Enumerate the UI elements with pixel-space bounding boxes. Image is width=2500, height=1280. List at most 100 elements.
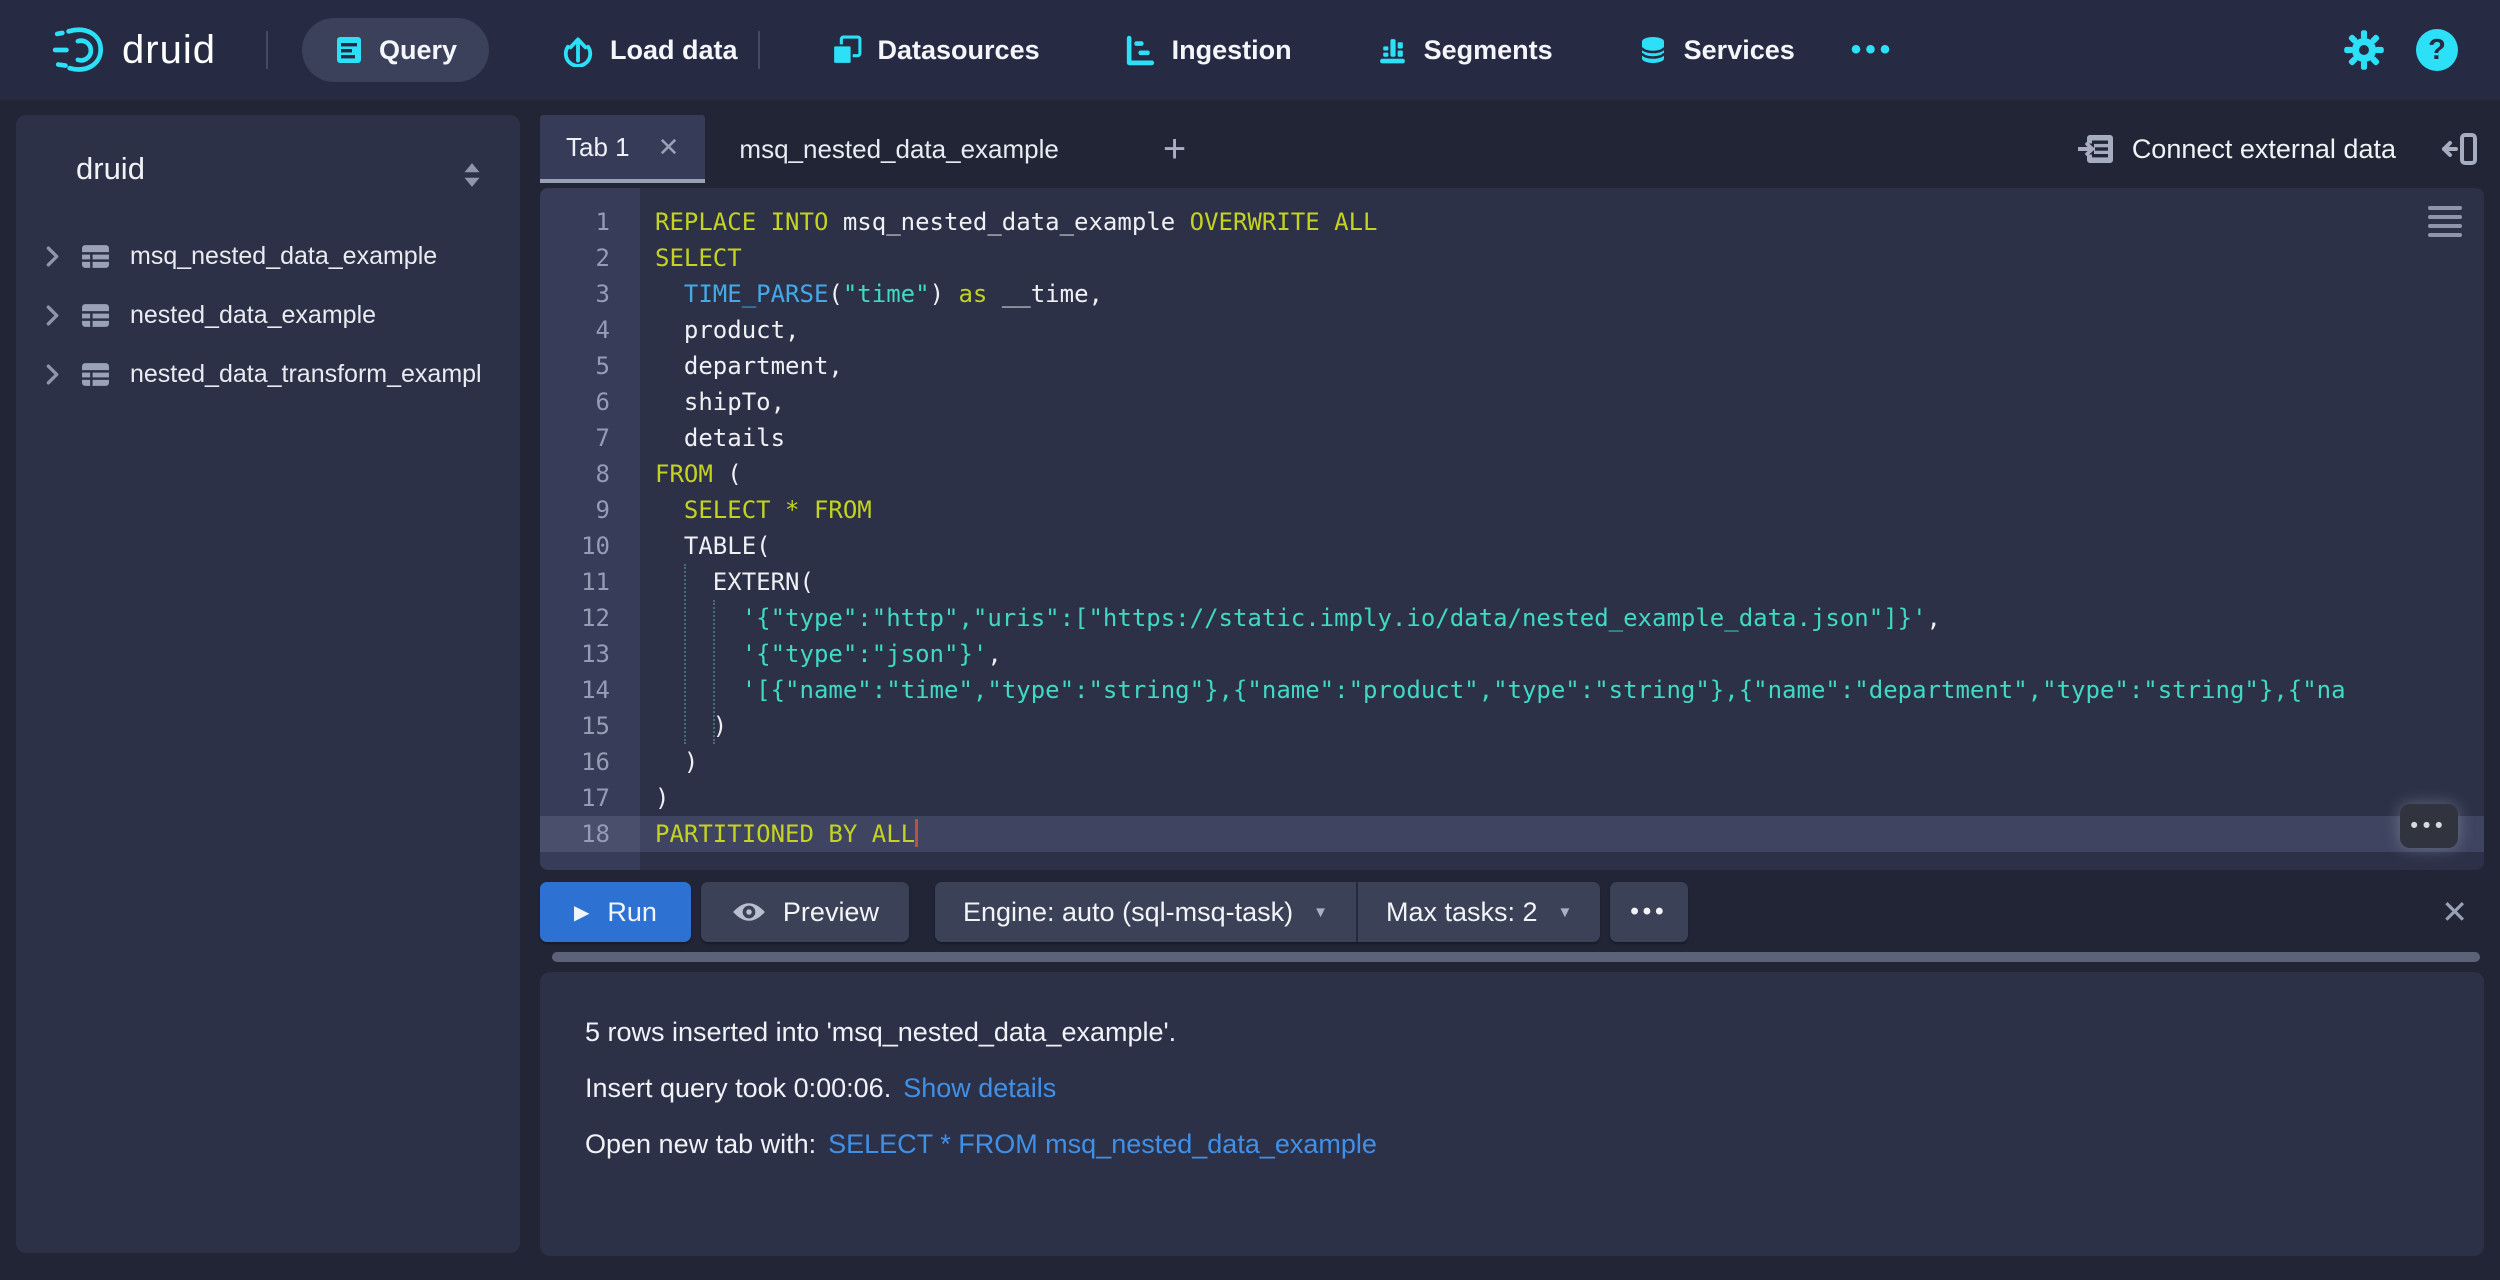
more-nav-items-icon[interactable]: ••• (1851, 33, 1895, 67)
tab-1[interactable]: Tab 1 ✕ (540, 115, 705, 183)
table-name: msq_nested_data_example (130, 242, 437, 271)
tree-item-table[interactable]: nested_data_example (16, 286, 520, 345)
close-tab-icon[interactable]: ✕ (658, 132, 680, 163)
line-number: 7 (540, 420, 640, 456)
editor-code[interactable]: REPLACE INTO msq_nested_data_example OVE… (640, 188, 2484, 870)
line-number: 10 (540, 528, 640, 564)
run-label: Run (607, 897, 657, 928)
schema-sidebar: druid msq_nested_data_example (16, 115, 520, 1253)
code-line[interactable]: '{"type":"http","uris":["https://static.… (640, 600, 2484, 636)
table-name: nested_data_transform_exampl (130, 360, 482, 389)
max-tasks-select[interactable]: Max tasks: 2 ▼ (1358, 882, 1600, 942)
connect-label: Connect external data (2132, 134, 2396, 165)
tab-bar: Tab 1 ✕ msq_nested_data_example + Connec (540, 115, 2484, 183)
code-line[interactable]: EXTERN( (640, 564, 2484, 600)
code-line[interactable]: '[{"name":"time","type":"string"},{"name… (640, 672, 2484, 708)
line-number: 8 (540, 456, 640, 492)
text-cursor (915, 819, 918, 847)
max-tasks-label: Max tasks: 2 (1386, 897, 1538, 928)
nav-label: Segments (1424, 35, 1553, 66)
eye-icon (731, 899, 767, 925)
code-line[interactable]: SELECT * FROM (640, 492, 2484, 528)
table-icon (81, 244, 110, 269)
nav-label: Ingestion (1172, 35, 1292, 66)
code-line[interactable]: product, (640, 312, 2484, 348)
run-button[interactable]: ▶ Run (540, 882, 691, 942)
nav-divider (266, 31, 268, 69)
tab-msq-nested-data-example[interactable]: msq_nested_data_example (705, 115, 1092, 183)
engine-settings-group: Engine: auto (sql-msq-task) ▼ Max tasks:… (935, 882, 1600, 942)
indent-guide (713, 600, 715, 744)
schema-header: druid (16, 115, 520, 187)
sql-editor[interactable]: 123456789101112131415161718 REPLACE INTO… (540, 188, 2484, 870)
timing-text: Insert query took 0:00:06. (585, 1073, 891, 1103)
code-line[interactable]: shipTo, (640, 384, 2484, 420)
nav-label: Query (379, 35, 457, 66)
line-number: 4 (540, 312, 640, 348)
run-toolbar: ▶ Run Preview Engine: auto (sql-msq-task… (540, 882, 2484, 942)
line-number: 16 (540, 744, 640, 780)
add-tab-button[interactable]: + (1163, 127, 1186, 172)
chevron-right-icon[interactable] (44, 245, 59, 268)
chevron-right-icon[interactable] (44, 363, 59, 386)
line-number: 9 (540, 492, 640, 528)
top-navbar: druid Query Load data (0, 0, 2500, 100)
open-side-panel-icon[interactable] (2440, 131, 2478, 167)
code-line[interactable]: REPLACE INTO msq_nested_data_example OVE… (640, 204, 2484, 240)
settings-gear-icon[interactable] (2342, 28, 2386, 72)
brand[interactable]: druid (52, 21, 216, 79)
line-number: 12 (540, 600, 640, 636)
code-line[interactable]: FROM ( (640, 456, 2484, 492)
code-line[interactable]: ) (640, 744, 2484, 780)
tree-item-table[interactable]: msq_nested_data_example (16, 227, 520, 286)
nav-label: Datasources (878, 35, 1040, 66)
code-line[interactable]: TIME_PARSE("time") as __time, (640, 276, 2484, 312)
insert-result-message: 5 rows inserted into 'msq_nested_data_ex… (585, 1015, 2444, 1049)
nav-item-load-data[interactable]: Load data (561, 33, 738, 67)
chevron-right-icon[interactable] (44, 304, 59, 327)
double-caret-sort-icon[interactable] (460, 161, 484, 189)
engine-select[interactable]: Engine: auto (sql-msq-task) ▼ (935, 882, 1356, 942)
close-results-icon[interactable]: ✕ (2441, 893, 2468, 931)
nav-label: Services (1684, 35, 1795, 66)
tab-label: msq_nested_data_example (739, 134, 1058, 165)
import-data-icon (2078, 132, 2116, 166)
code-line[interactable]: TABLE( (640, 528, 2484, 564)
line-number: 13 (540, 636, 640, 672)
editor-menu-icon[interactable] (2428, 206, 2462, 237)
code-line[interactable]: details (640, 420, 2484, 456)
open-tab-line: Open new tab with:SELECT * FROM msq_nest… (585, 1127, 2444, 1161)
indent-guide (684, 564, 686, 744)
splitter-handle[interactable] (552, 952, 2480, 962)
table-name: nested_data_example (130, 301, 376, 330)
editor-more-button[interactable]: ••• (2400, 804, 2458, 848)
show-details-link[interactable]: Show details (903, 1073, 1056, 1103)
run-more-button[interactable]: ••• (1610, 882, 1687, 942)
druid-logo-icon (52, 21, 110, 79)
code-line[interactable]: PARTITIONED BY ALL (640, 816, 2484, 852)
segments-icon (1376, 34, 1409, 67)
code-line[interactable]: SELECT (640, 240, 2484, 276)
nav-label: Load data (610, 35, 738, 66)
schema-name[interactable]: druid (76, 151, 145, 186)
open-new-tab-query-link[interactable]: SELECT * FROM msq_nested_data_example (828, 1129, 1377, 1159)
code-line[interactable]: ) (640, 780, 2484, 816)
ingestion-icon (1124, 34, 1157, 67)
connect-external-data-button[interactable]: Connect external data (2078, 132, 2396, 166)
nav-item-query[interactable]: Query (302, 18, 489, 82)
brand-name: druid (122, 28, 216, 73)
code-line[interactable]: '{"type":"json"}', (640, 636, 2484, 672)
line-number: 18 (540, 816, 640, 852)
preview-button[interactable]: Preview (701, 882, 909, 942)
load-data-icon (561, 33, 595, 67)
code-line[interactable]: department, (640, 348, 2484, 384)
preview-label: Preview (783, 897, 879, 928)
code-line[interactable]: ) (640, 708, 2484, 744)
nav-item-segments[interactable]: Segments (1376, 34, 1553, 67)
nav-item-services[interactable]: Services (1637, 34, 1795, 66)
help-icon[interactable]: ? (2416, 29, 2458, 71)
tree-item-table[interactable]: nested_data_transform_exampl (16, 345, 520, 404)
nav-item-datasources[interactable]: Datasources (830, 34, 1040, 67)
nav-item-ingestion[interactable]: Ingestion (1124, 34, 1292, 67)
query-results-panel: 5 rows inserted into 'msq_nested_data_ex… (540, 972, 2484, 1256)
